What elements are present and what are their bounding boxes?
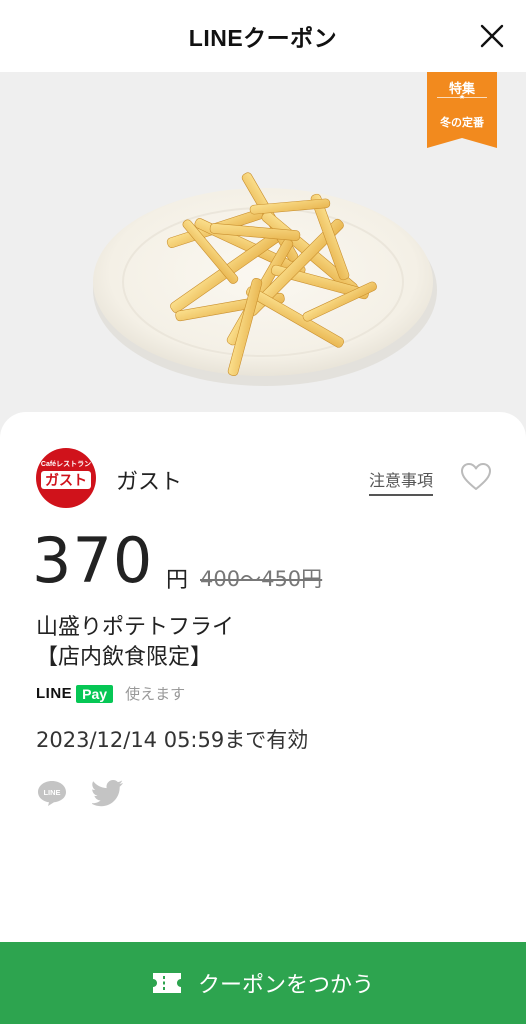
linepay-pay-text: Pay (76, 684, 114, 703)
feature-ribbon[interactable]: 特集 ★ 冬の定番 (427, 72, 497, 148)
coupon-title: 山盛りポテトフライ (36, 615, 235, 640)
linepay-badge: LINE Pay 使えます (36, 683, 185, 704)
original-price: 400〜450円 (200, 567, 323, 591)
brand-logo-text: ガスト (45, 473, 87, 489)
brand-name: ガスト (116, 470, 183, 495)
line-share-icon-text: LINE (43, 788, 60, 797)
star-icon: ★ (458, 93, 466, 101)
page-title: LINEクーポン (188, 25, 338, 51)
linepay-availability: 使えます (125, 685, 186, 703)
brand-logo: Caféレストラン ガスト (36, 448, 96, 508)
app-header: LINEクーポン (0, 0, 526, 72)
price-unit: 円 (166, 568, 189, 593)
brand-logo-tagline: Caféレストラン (41, 460, 91, 468)
close-icon[interactable] (478, 22, 506, 50)
use-coupon-label: クーポンをつかう (197, 973, 374, 998)
ribbon-label-theme: 冬の定番 (440, 116, 484, 129)
hero-image: 特集 ★ 冬の定番 (0, 72, 526, 442)
twitter-share-icon[interactable] (92, 779, 124, 807)
validity-date: 2023/12/14 05:59まで有効 (36, 728, 309, 752)
ticket-icon (152, 973, 181, 993)
heart-icon[interactable] (460, 462, 492, 492)
line-share-icon[interactable]: LINE (37, 779, 67, 807)
coupon-subtitle: 【店内飲食限定】 (36, 645, 213, 670)
use-coupon-button[interactable]: クーポンをつかう (0, 942, 526, 1024)
linepay-line-text: LINE (36, 685, 73, 702)
coupon-price: 370 (32, 524, 154, 597)
notes-link[interactable]: 注意事項 (369, 467, 434, 496)
